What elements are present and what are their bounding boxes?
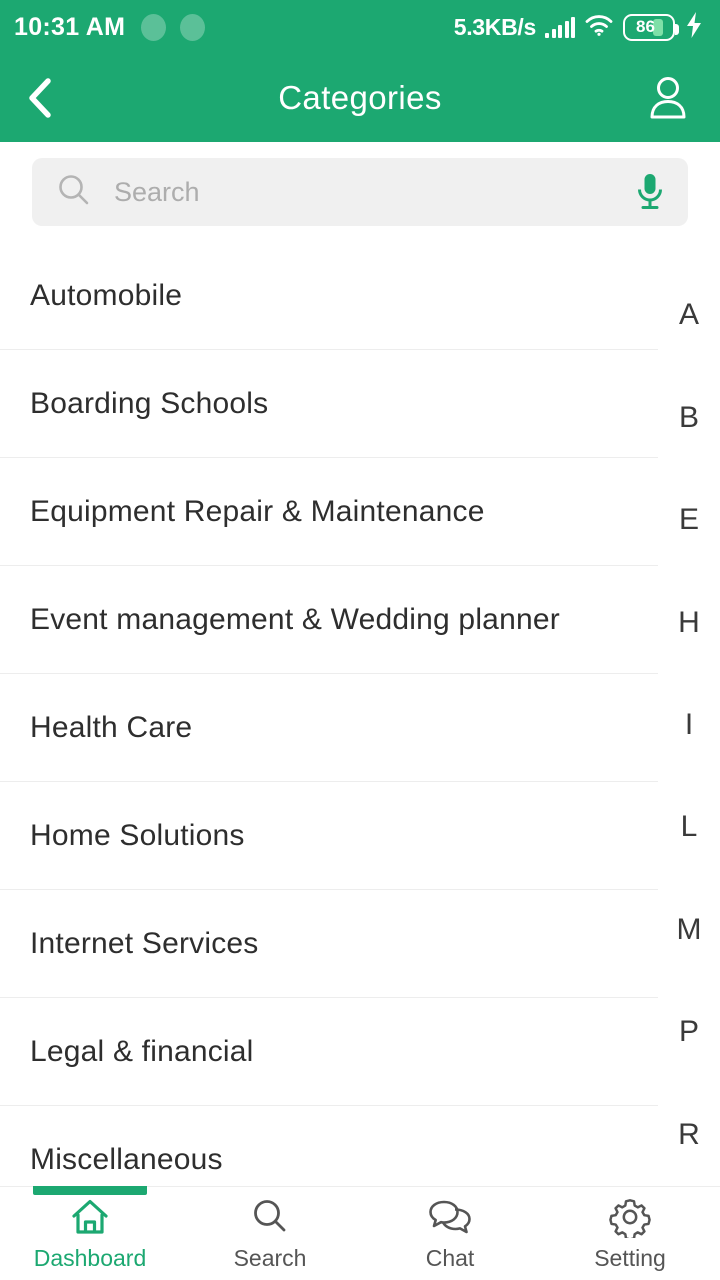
gear-icon <box>609 1198 651 1238</box>
battery-level-label: 86 <box>636 17 655 36</box>
category-label: Legal & financial <box>30 1034 254 1068</box>
charging-bolt-icon <box>684 11 704 44</box>
alpha-index-letter[interactable]: L <box>658 776 720 878</box>
status-time: 10:31 AM <box>14 12 126 41</box>
nav-label: Search <box>233 1244 307 1271</box>
alpha-index-letter[interactable]: R <box>658 1084 720 1186</box>
app-bar: Categories <box>0 54 720 142</box>
list-item[interactable]: Internet Services <box>0 890 658 998</box>
list-item[interactable]: Legal & financial <box>0 998 658 1106</box>
status-notification-icons <box>141 13 206 41</box>
status-bar: 10:31 AM 5.3KB/s 86 <box>0 0 720 54</box>
active-tab-indicator <box>33 1185 147 1195</box>
nav-label: Chat <box>425 1244 475 1271</box>
alpha-index-letter[interactable]: M <box>658 879 720 981</box>
category-label: Health Care <box>30 710 193 744</box>
person-icon <box>650 77 686 119</box>
bottom-navigation: Dashboard Search Chat Setting <box>0 1185 720 1280</box>
app-screen: 10:31 AM 5.3KB/s 86 Categories Search Au… <box>0 0 720 1280</box>
category-label: Internet Services <box>30 926 259 960</box>
nav-item-chat[interactable]: Chat <box>360 1187 540 1280</box>
category-label: Boarding Schools <box>30 386 269 420</box>
notification-dot-icon <box>180 13 206 41</box>
categories-list[interactable]: Automobile Boarding Schools Equipment Re… <box>0 242 720 1186</box>
chat-bubbles-icon <box>429 1200 471 1233</box>
list-item[interactable]: Equipment Repair & Maintenance <box>0 458 658 566</box>
alpha-index-letter[interactable]: B <box>658 366 720 468</box>
nav-label: Setting <box>594 1244 666 1271</box>
nav-item-search[interactable]: Search <box>180 1187 360 1280</box>
alpha-index-letter[interactable]: A <box>658 264 720 366</box>
nav-label: Dashboard <box>33 1244 147 1271</box>
category-label: Automobile <box>30 278 183 312</box>
notification-dot-icon <box>141 13 167 41</box>
page-title: Categories <box>278 79 442 116</box>
chevron-left-icon <box>29 78 51 118</box>
category-label: Event management & Wedding planner <box>30 602 560 636</box>
search-input[interactable]: Search <box>32 158 688 226</box>
network-speed-label: 5.3KB/s <box>453 13 537 40</box>
category-label: Home Solutions <box>30 818 245 852</box>
list-item[interactable]: Miscellaneous <box>0 1106 658 1186</box>
search-icon <box>56 172 92 213</box>
search-bar-container: Search <box>0 142 720 242</box>
alpha-index-letter[interactable]: P <box>658 981 720 1083</box>
search-placeholder: Search <box>114 176 200 207</box>
alpha-index-letter[interactable]: E <box>658 469 720 571</box>
list-item[interactable]: Home Solutions <box>0 782 658 890</box>
nav-item-setting[interactable]: Setting <box>540 1187 720 1280</box>
profile-button[interactable] <box>636 54 700 142</box>
category-label: Miscellaneous <box>30 1142 223 1176</box>
microphone-icon <box>638 174 662 209</box>
search-icon <box>254 1199 286 1231</box>
alphabet-index[interactable]: A B E H I L M P R <box>658 242 720 1186</box>
alpha-index-letter[interactable]: H <box>658 571 720 673</box>
list-item[interactable]: Event management & Wedding planner <box>0 566 658 674</box>
home-icon <box>72 1199 108 1234</box>
signal-bars-icon <box>545 16 575 38</box>
battery-icon: 86 <box>623 13 679 41</box>
list-item[interactable]: Automobile <box>0 242 658 350</box>
status-indicators: 5.3KB/s 86 <box>454 11 704 44</box>
alpha-index-letter[interactable]: I <box>658 674 720 776</box>
back-button[interactable] <box>0 54 80 142</box>
category-label: Equipment Repair & Maintenance <box>30 494 485 528</box>
list-item[interactable]: Boarding Schools <box>0 350 658 458</box>
nav-item-dashboard[interactable]: Dashboard <box>0 1185 180 1280</box>
microphone-button[interactable] <box>634 171 666 213</box>
list-item[interactable]: Health Care <box>0 674 658 782</box>
wifi-icon <box>584 13 614 42</box>
